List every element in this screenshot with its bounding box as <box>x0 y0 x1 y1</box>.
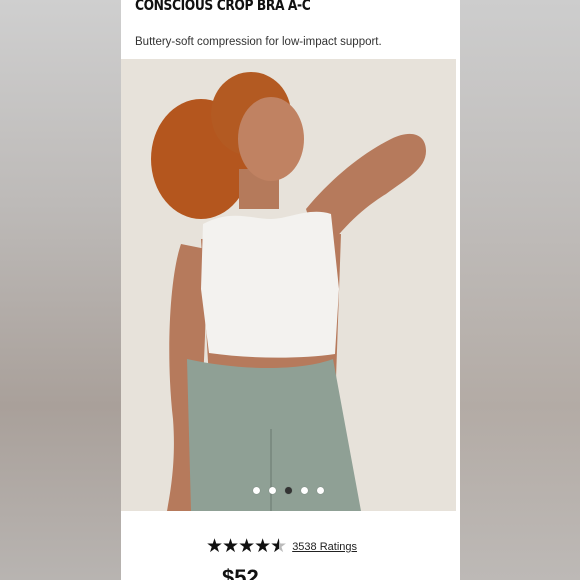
product-image-carousel[interactable] <box>121 59 456 511</box>
right-backdrop <box>460 0 580 580</box>
product-page: CONSCIOUS CROP BRA A-C Buttery-soft comp… <box>121 0 460 580</box>
carousel-dots <box>121 487 456 494</box>
ratings-link[interactable]: 3538 Ratings <box>292 541 357 553</box>
carousel-dot[interactable] <box>301 487 308 494</box>
product-photo <box>121 59 456 511</box>
carousel-dot[interactable] <box>317 487 324 494</box>
star-rating-icon: ★★★★★ <box>206 537 287 556</box>
product-title: CONSCIOUS CROP BRA A-C <box>135 0 311 14</box>
product-price: $52 <box>222 565 259 580</box>
carousel-dot[interactable] <box>269 487 276 494</box>
rating-row: ★★★★★ 3538 Ratings <box>206 537 357 556</box>
left-backdrop <box>0 0 121 580</box>
product-description: Buttery-soft compression for low-impact … <box>135 36 382 48</box>
carousel-dot[interactable] <box>253 487 260 494</box>
carousel-dot-active[interactable] <box>285 487 292 494</box>
